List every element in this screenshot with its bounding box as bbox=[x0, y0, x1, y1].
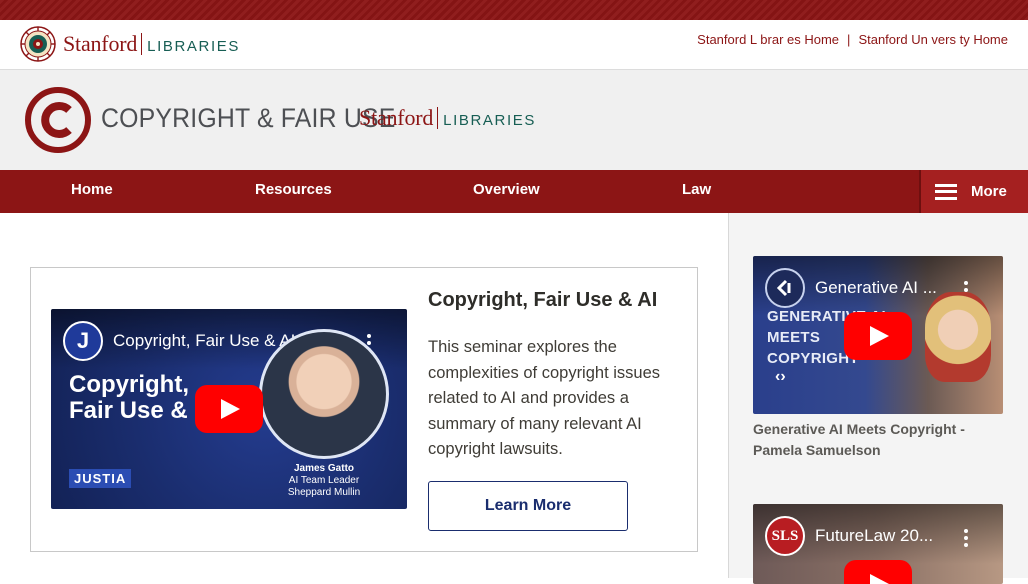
sidebar-video-player-2[interactable]: SLS FutureLaw 20... bbox=[753, 504, 1003, 584]
back-arrow-icon: ‹› bbox=[775, 368, 786, 385]
banner-logo-wordmark: Stanford bbox=[359, 105, 434, 130]
channel-avatar[interactable]: SLS bbox=[765, 516, 805, 556]
top-decorative-stripe bbox=[0, 0, 1028, 20]
channel-avatar[interactable]: J bbox=[63, 321, 103, 361]
nav-item-home[interactable]: Home bbox=[71, 181, 113, 198]
libraries-home-link[interactable]: Stanford L brar es Home bbox=[697, 32, 839, 47]
video-title[interactable]: Generative AI ... bbox=[815, 278, 937, 298]
speaker-photo bbox=[259, 329, 389, 459]
speaker-info: James Gatto AI Team Leader Sheppard Mull… bbox=[281, 463, 367, 499]
banner-stanford-libraries-logo[interactable]: Stanford LIBRARIES bbox=[359, 105, 536, 131]
utility-links: Stanford L brar es Home | Stanford Un vers… bbox=[697, 32, 1008, 47]
stanford-libraries-logo[interactable]: Stanford LIBRARIES bbox=[20, 26, 240, 62]
sidebar: Generative AI ... GENERATIVE AI MEETS CO… bbox=[728, 213, 1028, 584]
more-vert-icon[interactable] bbox=[964, 529, 968, 547]
sidebar-video-player-1[interactable]: Generative AI ... GENERATIVE AI MEETS CO… bbox=[753, 256, 1003, 414]
menu-icon bbox=[935, 183, 957, 200]
more-label: More bbox=[971, 183, 1007, 200]
site-banner: COPYRIGHT & FAIR USE Stanford LIBRARIES bbox=[0, 70, 1028, 170]
utility-bar: Stanford LIBRARIES Stanford L brar es Ho… bbox=[0, 20, 1028, 70]
overlay-line-1: Copyright, bbox=[69, 371, 189, 398]
university-home-link[interactable]: Stanford Un vers ty Home bbox=[858, 32, 1008, 47]
speaker-firm: Sheppard Mullin bbox=[287, 487, 361, 498]
nav-item-overview[interactable]: Overview bbox=[473, 181, 540, 198]
nav-item-resources[interactable]: Resources bbox=[255, 181, 332, 198]
more-menu-button[interactable]: More bbox=[919, 170, 1028, 213]
utility-separator: | bbox=[847, 32, 851, 47]
logo-wordmark: Stanford bbox=[63, 31, 138, 56]
speaker-photo bbox=[925, 292, 991, 382]
logo-divider bbox=[141, 33, 143, 55]
banner-logo-subtitle: LIBRARIES bbox=[443, 111, 536, 129]
nav-item-law[interactable]: Law bbox=[682, 181, 711, 198]
copyright-icon[interactable] bbox=[24, 86, 92, 154]
video-title[interactable]: FutureLaw 20... bbox=[815, 526, 933, 546]
stanford-seal-icon bbox=[20, 26, 56, 62]
justia-brand: JUSTIA bbox=[69, 469, 132, 488]
channel-avatar[interactable] bbox=[765, 268, 805, 308]
main-nav: Home Resources Overview Law More bbox=[0, 170, 1028, 213]
feature-title: Copyright, Fair Use & AI bbox=[428, 289, 658, 311]
learn-more-button[interactable]: Learn More bbox=[428, 481, 628, 531]
overlay-line-2: Fair Use & bbox=[69, 397, 188, 424]
feature-card: J Copyright, Fair Use & AI | Ju... Copyr… bbox=[30, 267, 698, 552]
play-icon[interactable] bbox=[195, 385, 263, 433]
speaker-name: James Gatto bbox=[293, 463, 355, 474]
feature-description: This seminar explores the complexities o… bbox=[428, 338, 661, 458]
site-title[interactable]: COPYRIGHT & FAIR USE bbox=[101, 103, 395, 134]
logo-subtitle: LIBRARIES bbox=[147, 37, 240, 55]
speaker-role: AI Team Leader bbox=[288, 475, 360, 486]
play-icon[interactable] bbox=[844, 560, 912, 584]
feature-video-player[interactable]: J Copyright, Fair Use & AI | Ju... Copyr… bbox=[51, 309, 407, 509]
channel-logo-icon bbox=[776, 279, 791, 297]
video-overlay-text: Copyright, Fair Use & bbox=[69, 372, 189, 424]
sidebar-video-caption[interactable]: Generative AI Meets Copyright - Pamela S… bbox=[753, 419, 993, 461]
play-icon[interactable] bbox=[844, 312, 912, 360]
banner-logo-divider bbox=[437, 107, 439, 129]
